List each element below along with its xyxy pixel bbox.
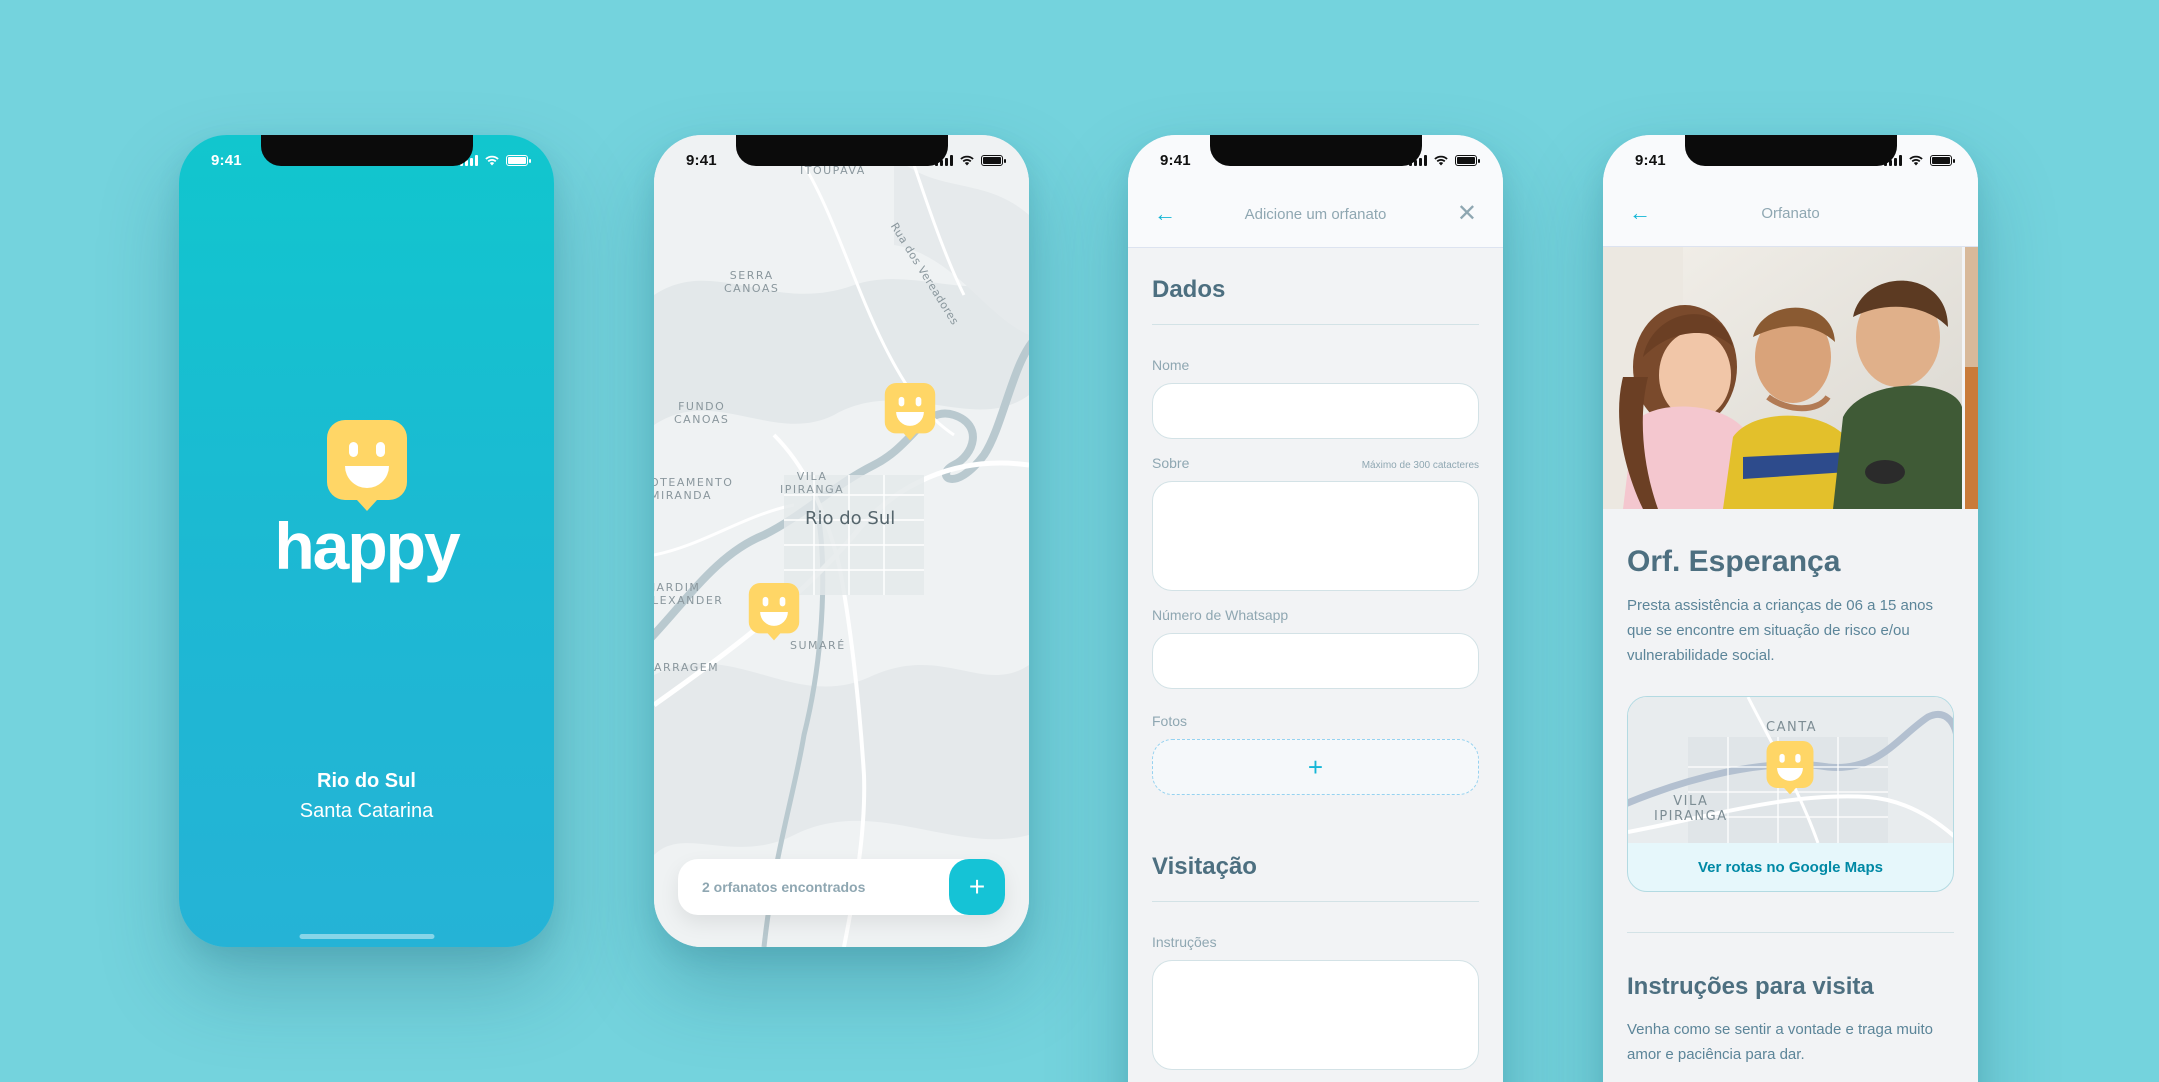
battery-icon [1930, 154, 1955, 166]
sobre-textarea[interactable] [1152, 481, 1479, 591]
map-label-sumare: SUMARÉ [790, 639, 846, 652]
sobre-hint: Máximo de 300 catacteres [1361, 460, 1479, 471]
splash-city: Rio do Sul [317, 770, 416, 792]
map-label-barragem: ARRAGEM [654, 661, 720, 674]
orphanage-photo-next[interactable] [1965, 247, 1978, 509]
map-label-loteamento: OTEAMENTO MIRANDA [654, 476, 734, 502]
happy-logo-icon [326, 420, 407, 511]
detail-body: Orf. Esperança Presta assistência a cria… [1627, 509, 1954, 1067]
add-photo-button[interactable]: + [1152, 739, 1479, 795]
map-label-serra-canoas: SERRA CANOAS [724, 269, 780, 295]
arrow-left-icon[interactable]: ← [1154, 201, 1176, 227]
happy-marker-icon[interactable] [884, 383, 936, 441]
status-time: 9:41 [211, 151, 242, 169]
instructions-title: Instruções para visita [1627, 973, 1874, 1000]
phone-notch [1209, 135, 1422, 166]
close-icon[interactable]: ✕ [1457, 201, 1477, 227]
orphanage-description: Presta assistência a crianças de 06 a 15… [1627, 597, 1934, 664]
status-time: 9:41 [1635, 151, 1666, 169]
header-title: Adicione um orfanato [1244, 205, 1387, 223]
plus-icon: + [968, 871, 986, 902]
wifi-icon [960, 155, 974, 166]
phone-notch [1684, 135, 1897, 166]
home-indicator [299, 934, 434, 939]
whatsapp-input[interactable] [1152, 633, 1479, 689]
label-whatsapp: Número de Whatsapp [1152, 607, 1289, 623]
map-label-jardim: JARDIM LEXANDER [654, 581, 724, 607]
add-orphanage-button[interactable]: + [949, 859, 1005, 915]
arrow-left-icon[interactable]: ← [1629, 200, 1651, 226]
map-label-fundo-canoas: FUNDO CANOAS [674, 400, 730, 426]
section-divider [1627, 932, 1954, 933]
phone-splash-screen: 9:41 happy Rio do Sul Santa Catarina [179, 135, 554, 947]
header-title: Orfanato [1761, 204, 1820, 222]
nome-input[interactable] [1152, 383, 1479, 439]
label-instrucoes: Instruções [1152, 934, 1217, 950]
map-footer: 2 orfanatos encontrados + [678, 859, 1005, 915]
plus-icon: + [1307, 751, 1324, 782]
map-label-vila-ipiranga: VILA IPIRANGA [780, 470, 845, 496]
mini-map-label-vila: VILA IPIRANGA [1654, 794, 1728, 824]
status-time: 9:41 [1160, 151, 1191, 169]
battery-icon [1455, 154, 1480, 166]
google-maps-link[interactable]: Ver rotas no Google Maps [1628, 843, 1953, 891]
status-time: 9:41 [686, 151, 717, 169]
form-body: Dados Nome Sobre Máximo de 300 catactere… [1152, 248, 1479, 1070]
instructions-text: Venha como se sentir a vontade e traga m… [1627, 1021, 1934, 1063]
mini-map[interactable]: CANTA VILA IPIRANGA [1628, 697, 1953, 843]
phone-detail-screen: ← Orfanato 9:41 Orf. Esperança Presta as… [1603, 135, 1978, 1082]
phone-notch [260, 135, 473, 166]
orphanage-photo[interactable] [1603, 247, 1962, 509]
happy-marker-icon [1766, 741, 1814, 795]
location-card: CANTA VILA IPIRANGA Ver rotas no Google … [1627, 696, 1954, 892]
wifi-icon [1434, 155, 1448, 166]
label-fotos: Fotos [1152, 713, 1188, 729]
label-nome: Nome [1152, 357, 1190, 373]
battery-icon [506, 154, 531, 166]
orphanage-name: Orf. Esperança [1627, 545, 1841, 578]
label-sobre: Sobre [1152, 455, 1190, 471]
phone-map-screen: 9:41 ITOUPAVA Rua dos Vereadores SERRA C… [654, 135, 1029, 947]
section-title-visitacao: Visitação [1152, 825, 1479, 902]
wifi-icon [485, 155, 499, 166]
phone-form-screen: ← Adicione um orfanato ✕ 9:41 Dados Nome… [1128, 135, 1503, 1082]
section-title-dados: Dados [1152, 248, 1479, 325]
app-name: happy [274, 509, 460, 583]
wifi-icon [1909, 155, 1923, 166]
battery-icon [981, 154, 1006, 166]
happy-marker-icon[interactable] [748, 583, 800, 641]
splash-state: Santa Catarina [299, 800, 434, 822]
city-map[interactable] [654, 135, 1029, 947]
phone-notch [735, 135, 948, 166]
mini-map-label-canta: CANTA [1766, 720, 1818, 735]
instrucoes-textarea[interactable] [1152, 960, 1479, 1070]
map-label-rio-do-sul: Rio do Sul [805, 508, 896, 529]
orphanages-count: 2 orfanatos encontrados [702, 879, 866, 895]
